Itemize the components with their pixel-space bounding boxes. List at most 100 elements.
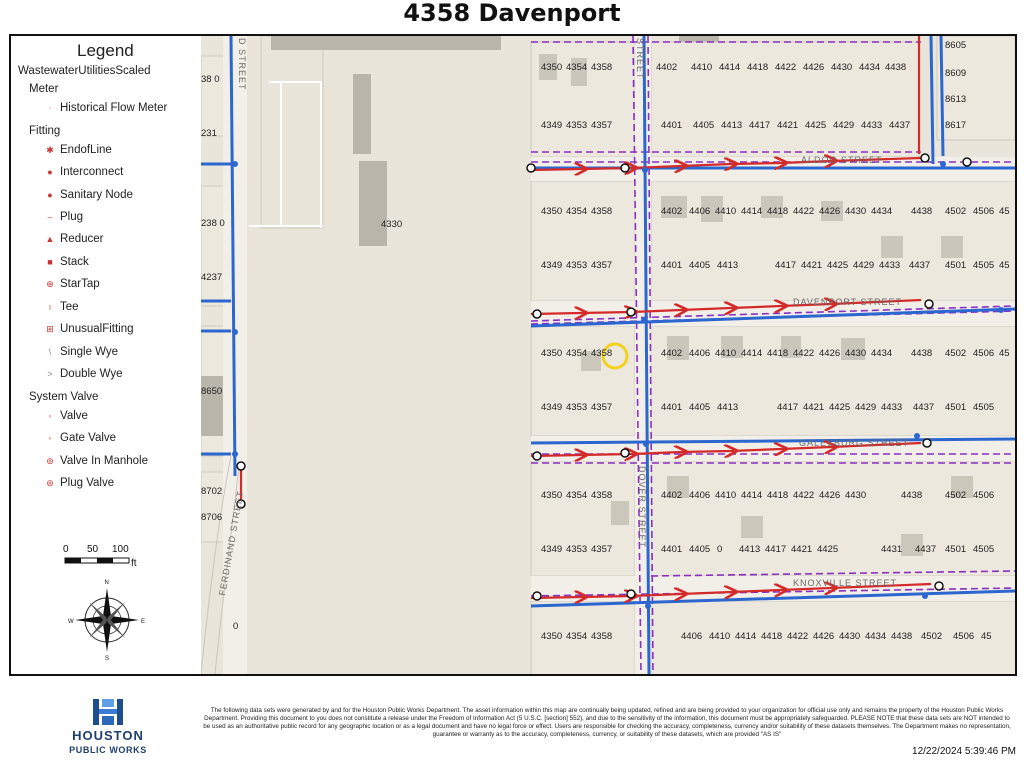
unusual-fitting-icon: ⊞ xyxy=(46,324,54,334)
parcel-label-row3-7: 4418 xyxy=(767,206,788,217)
parcel-label-row2-11: 4437 xyxy=(889,120,910,131)
parcel-label-row2-4: 4405 xyxy=(693,120,714,131)
parcel-label-row8-10: 4431 xyxy=(881,544,902,555)
legend-heading: Legend xyxy=(77,41,134,60)
parcel-label-row7-11: 4438 xyxy=(901,490,922,501)
scale-tick-50: 50 xyxy=(87,544,99,555)
parcel-label-row2-8: 4425 xyxy=(805,120,826,131)
legend-item-unusualfitting: UnusualFitting xyxy=(60,323,134,335)
legend-item-double-wye: Double Wye xyxy=(60,368,123,380)
parcel-label-row6-7: 4421 xyxy=(803,402,824,413)
parcel-label-row4-14: 45 xyxy=(999,260,1010,271)
plug-icon: – xyxy=(47,212,53,222)
parcel-label-row6-2: 4357 xyxy=(591,402,612,413)
parcel-label-row2-0: 4349 xyxy=(541,120,562,131)
parcel-label-row2-6: 4417 xyxy=(749,120,770,131)
parcel-label-row6-4: 4405 xyxy=(689,402,710,413)
scale-tick-0: 0 xyxy=(63,544,69,555)
parcel-label-row8-5: 0 xyxy=(717,544,722,555)
legend-layer-name: WastewaterUtilitiesScaled xyxy=(18,65,151,77)
scale-and-compass: 0 50 100 ft N S E W xyxy=(63,544,145,662)
legend-item-single-wye: Single Wye xyxy=(60,346,119,358)
parcel-label-row8-4: 4405 xyxy=(689,544,710,555)
parcel-label-row2-9: 4429 xyxy=(833,120,854,131)
parcel-label-row3-11: 4434 xyxy=(871,206,892,217)
double-wye-icon: > xyxy=(47,369,53,379)
parcel-label-row1-9: 4430 xyxy=(831,62,852,73)
parcel-label-row5-4: 4406 xyxy=(689,348,710,359)
end-of-line-icon: ✱ xyxy=(46,145,54,155)
parcel-label-row4-13: 4505 xyxy=(973,260,994,271)
parcel-label-row9-2: 4358 xyxy=(591,631,612,642)
parcel-label-row6-0: 4349 xyxy=(541,402,562,413)
disclaimer-text: The following data sets were generated b… xyxy=(203,707,1011,738)
street-label-aldoo: ALDOO STREET xyxy=(801,155,883,165)
parcel-right-3: 8613 xyxy=(945,94,966,105)
street-label-davenport: DAVENPORT STREET xyxy=(793,297,902,307)
parcel-label-row7-0: 4350 xyxy=(541,490,562,501)
compass-e: E xyxy=(141,619,145,625)
compass-rose-icon xyxy=(75,588,139,652)
parcel-label-row7-12: 4502 xyxy=(945,490,966,501)
parcel-label-row1-2: 4358 xyxy=(591,62,612,73)
parcel-label-row4-0: 4349 xyxy=(541,260,562,271)
parcel-label-row7-9: 4426 xyxy=(819,490,840,501)
legend-group-fitting: Fitting xyxy=(29,125,61,137)
sanitary-node-icon: ● xyxy=(47,190,53,200)
parcel-label-row7-1: 4354 xyxy=(566,490,587,501)
parcel-label-row7-13: 4506 xyxy=(973,490,994,501)
parcel-left-1: 38 0 xyxy=(201,74,220,85)
legend-item-reducer: Reducer xyxy=(60,233,104,245)
parcel-right-4: 8617 xyxy=(945,120,966,131)
stack-icon: ■ xyxy=(47,257,53,267)
street-label-ferdinand-top: D STREET xyxy=(237,38,247,91)
parcel-label-row6-12: 4501 xyxy=(945,402,966,413)
parcel-label-row1-3: 4402 xyxy=(656,62,677,73)
parcel-label-row3-15: 45 xyxy=(999,206,1010,217)
parcel-label-row3-3: 4402 xyxy=(661,206,682,217)
parcel-label-row8-0: 4349 xyxy=(541,544,562,555)
parcel-label-row2-5: 4413 xyxy=(721,120,742,131)
parcel-label-row6-11: 4437 xyxy=(913,402,934,413)
scale-unit: ft xyxy=(131,558,137,569)
parcel-label-row8-12: 4501 xyxy=(945,544,966,555)
parcel-label-row9-12: 4502 xyxy=(921,631,942,642)
parcel-label-row3-1: 4354 xyxy=(566,206,587,217)
compass-n: N xyxy=(105,580,109,586)
parcel-label-row7-2: 4358 xyxy=(591,490,612,501)
parcel-label-row4-1: 4353 xyxy=(566,260,587,271)
map-frame: Legend WastewaterUtilitiesScaled Meter ◦… xyxy=(9,34,1017,676)
parcel-label-row5-8: 4422 xyxy=(793,348,814,359)
map-canvas[interactable]: ALDOO STREET DAVENPORT STREET GALESBURG … xyxy=(201,36,1015,674)
parcel-label-row6-5: 4413 xyxy=(717,402,738,413)
scale-bar xyxy=(64,557,130,564)
houston-public-works-logo: HOUSTON PUBLIC WORKS xyxy=(69,699,146,755)
parcel-label-row3-5: 4410 xyxy=(715,206,736,217)
parcel-label-row9-7: 4422 xyxy=(787,631,808,642)
parcel-label-row8-3: 4401 xyxy=(661,544,682,555)
parcel-label-row9-6: 4418 xyxy=(761,631,782,642)
parcel-label-row9-8: 4426 xyxy=(813,631,834,642)
legend-panel: Legend WastewaterUtilitiesScaled Meter ◦… xyxy=(11,36,201,674)
parcel-label-row3-14: 4506 xyxy=(973,206,994,217)
parcel-label-row6-6: 4417 xyxy=(777,402,798,413)
scale-tick-100: 100 xyxy=(112,544,129,555)
parcel-left-6: 8702 xyxy=(201,486,222,497)
parcel-label-row5-5: 4410 xyxy=(715,348,736,359)
compass-s: S xyxy=(105,656,109,662)
legend-item-tee: Tee xyxy=(60,301,79,313)
parcel-label-row1-5: 4414 xyxy=(719,62,740,73)
star-tap-icon: ⊕ xyxy=(46,279,54,289)
parcel-label-row4-10: 4433 xyxy=(879,260,900,271)
parcel-label-row3-0: 4350 xyxy=(541,206,562,217)
parcel-label-row6-9: 4429 xyxy=(855,402,876,413)
street-label-knoxville: KNOXVILLE STREET xyxy=(793,578,897,588)
parcel-label-row8-6: 4413 xyxy=(739,544,760,555)
parcel-label-row9-5: 4414 xyxy=(735,631,756,642)
parcel-label-row4-9: 4429 xyxy=(853,260,874,271)
parcel-label-row7-4: 4406 xyxy=(689,490,710,501)
parcel-label-row2-3: 4401 xyxy=(661,120,682,131)
parcel-label-row3-8: 4422 xyxy=(793,206,814,217)
parcel-label-row3-6: 4414 xyxy=(741,206,762,217)
parcel-label-row8-7: 4417 xyxy=(765,544,786,555)
